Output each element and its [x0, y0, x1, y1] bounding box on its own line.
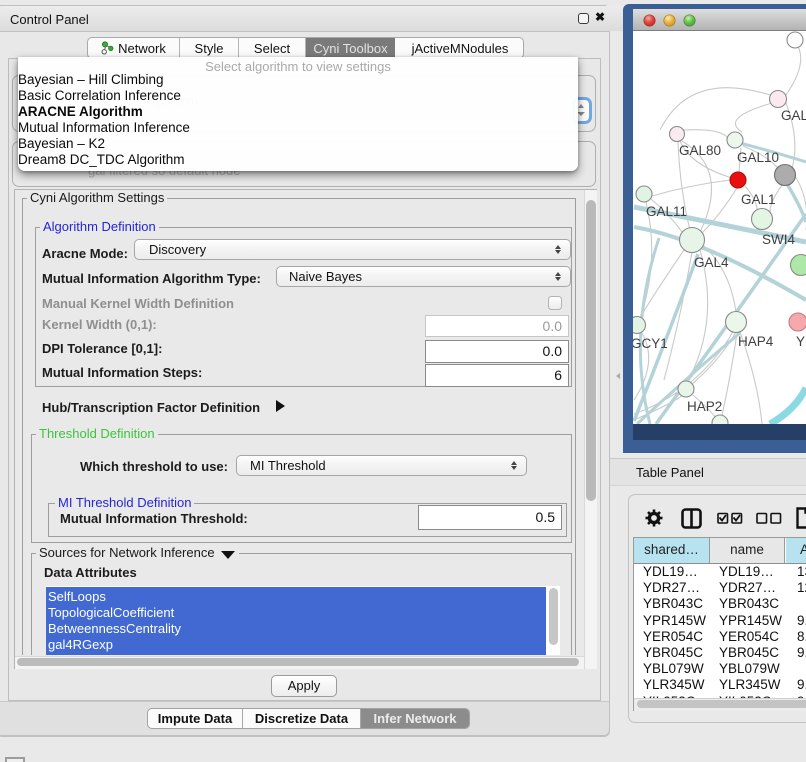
svg-text:GAL80: GAL80 — [679, 143, 721, 158]
svg-text:GAL4: GAL4 — [694, 255, 729, 270]
svg-text:GAL7: GAL7 — [781, 108, 806, 123]
svg-text:SWI4: SWI4 — [762, 232, 795, 247]
svg-text:HAP4: HAP4 — [738, 334, 774, 349]
svg-text:GAL1: GAL1 — [741, 192, 776, 207]
svg-text:GAL10: GAL10 — [737, 150, 779, 165]
svg-text:GAL11: GAL11 — [646, 204, 687, 219]
svg-text:HAP2: HAP2 — [687, 399, 722, 414]
svg-text:GCY1: GCY1 — [633, 336, 668, 351]
svg-text:Y: Y — [796, 334, 805, 349]
